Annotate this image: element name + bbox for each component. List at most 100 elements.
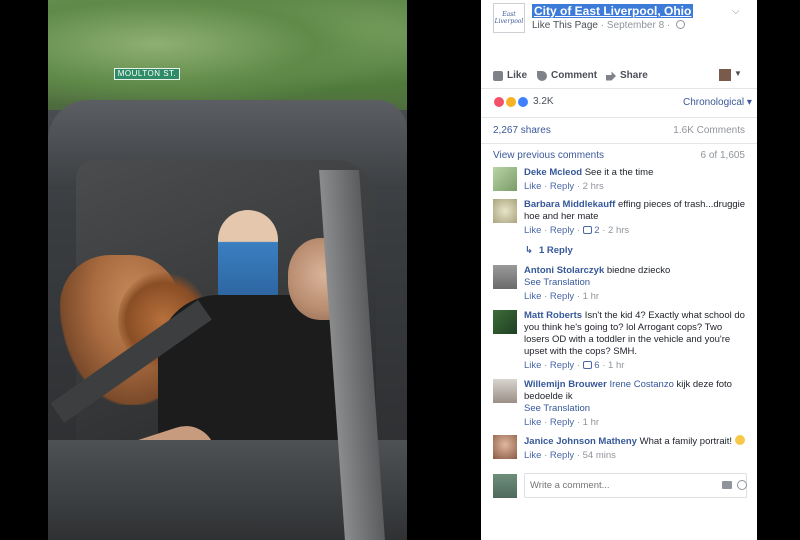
comment-label: Comment: [551, 70, 598, 81]
caret-down-icon[interactable]: ▼: [734, 69, 742, 78]
divider: [481, 88, 757, 89]
comment-time[interactable]: 54 mins: [583, 450, 616, 461]
emoji-icon[interactable]: [737, 480, 747, 490]
post-header: East Liverpool City of East Liverpool, O…: [481, 0, 757, 60]
comment-meta: Like · Reply · 2 hrs: [524, 181, 604, 192]
street-sign-text: MOULTON ST.: [117, 69, 177, 78]
view-previous-comments-link[interactable]: View previous comments: [493, 150, 604, 161]
shares-count[interactable]: 2,267 shares: [493, 125, 551, 136]
page-meta: Like This Page · September 8 ·: [532, 20, 686, 31]
commenter-name[interactable]: Matt Roberts: [524, 310, 582, 321]
comment-like-link[interactable]: Like: [524, 181, 541, 192]
avatar[interactable]: [493, 435, 517, 459]
commenter-name[interactable]: Antoni Stolarczyk: [524, 265, 604, 276]
see-translation-link[interactable]: See Translation: [524, 277, 746, 289]
replies-label: 1 Reply: [538, 245, 573, 256]
commenter-name[interactable]: Deke Mcleod: [524, 167, 582, 178]
comment-reply-link[interactable]: Reply: [550, 225, 574, 236]
comment-meta: Like · Reply · 1 hr: [524, 417, 600, 428]
avatar[interactable]: [493, 379, 517, 403]
sort-dropdown[interactable]: Chronological ▾: [683, 97, 752, 108]
comment-text: What a family portrait!: [639, 436, 733, 447]
thumbs-up-icon: [493, 70, 503, 81]
street-sign: MOULTON ST.: [114, 68, 180, 80]
comment-input[interactable]: [524, 473, 747, 498]
commenter-name[interactable]: Barbara Middlekauff: [524, 199, 615, 210]
post-date[interactable]: September 8: [607, 20, 664, 31]
reply-arrow-icon: ↳: [525, 245, 533, 256]
comment-reply-link[interactable]: Reply: [550, 181, 574, 192]
see-translation-link[interactable]: See Translation: [524, 403, 746, 415]
commenter-name[interactable]: Janice Johnson Matheny: [524, 436, 637, 447]
sad-reaction-icon[interactable]: [505, 96, 517, 108]
chevron-down-icon[interactable]: ⌵: [732, 6, 740, 17]
avatar: [493, 474, 517, 498]
view-replies-link[interactable]: ↳ 1 Reply: [525, 245, 573, 256]
comment-time[interactable]: 1 hr: [583, 417, 599, 428]
comment-body: Matt Roberts Isn't the kid 4? Exactly wh…: [524, 310, 746, 372]
page-logo[interactable]: East Liverpool: [493, 3, 525, 33]
comment-text: See it a the time: [584, 167, 654, 178]
avatar[interactable]: [493, 265, 517, 289]
share-icon: [606, 71, 616, 81]
globe-icon: [676, 20, 686, 29]
comment-like-count[interactable]: 2: [594, 225, 599, 236]
commenter-name[interactable]: Willemijn Brouwer: [524, 379, 607, 390]
comment-pagination: 6 of 1,605: [700, 150, 745, 161]
comment-body: Barbara Middlekauff effing pieces of tra…: [524, 199, 746, 237]
thumbs-up-icon: [582, 226, 592, 234]
post-as-avatar[interactable]: [719, 69, 731, 81]
comment-time[interactable]: 2 hrs: [583, 181, 604, 192]
comment-meta: Like · Reply · 54 mins: [524, 450, 616, 461]
comments-panel: East Liverpool City of East Liverpool, O…: [481, 0, 757, 540]
avatar[interactable]: [493, 167, 517, 191]
comment-time[interactable]: 1 hr: [583, 291, 599, 302]
comment-body: Janice Johnson Matheny What a family por…: [524, 435, 746, 462]
comment-like-link[interactable]: Like: [524, 291, 541, 302]
comment-time[interactable]: 2 hrs: [608, 225, 629, 236]
comment-body: Deke Mcleod See it a the time Like · Rep…: [524, 167, 746, 193]
comment-like-link[interactable]: Like: [524, 450, 541, 461]
like-page-link[interactable]: Like This Page: [532, 20, 598, 31]
photo-viewer: MOULTON ST.: [0, 0, 481, 540]
post-photo[interactable]: MOULTON ST.: [48, 0, 407, 540]
sort-label: Chronological: [683, 97, 745, 108]
meta-separator-2: ·: [666, 20, 671, 31]
page-name-link[interactable]: City of East Liverpool, Ohio: [532, 4, 694, 18]
comment-time[interactable]: 1 hr: [608, 360, 624, 371]
reactions-bar: 3.2K Chronological ▾: [481, 92, 757, 114]
reaction-count[interactable]: 3.2K: [533, 96, 554, 107]
photo-child: [218, 210, 278, 300]
write-comment-box: [493, 473, 749, 499]
comment-like-link[interactable]: Like: [524, 225, 541, 236]
post-actions: Like Comment Share ▼: [481, 66, 757, 86]
comment-body: Willemijn Brouwer Irene Costanzo kijk de…: [524, 379, 746, 429]
comment-button[interactable]: Comment: [537, 70, 597, 81]
like-button[interactable]: Like: [493, 70, 527, 81]
page-logo-text: East Liverpool: [494, 11, 524, 25]
divider: [481, 143, 757, 144]
comment-like-link[interactable]: Like: [524, 360, 541, 371]
comment-meta: Like · Reply · 1 hr: [524, 291, 600, 302]
share-button[interactable]: Share: [606, 70, 648, 81]
right-edge: [757, 0, 800, 540]
meta-separator: ·: [600, 20, 605, 31]
comment-reply-link[interactable]: Reply: [550, 291, 574, 302]
camera-icon[interactable]: [722, 481, 732, 489]
avatar[interactable]: [493, 310, 517, 334]
comment-reply-link[interactable]: Reply: [550, 450, 574, 461]
comment-reply-link[interactable]: Reply: [550, 417, 574, 428]
thumbs-up-icon: [582, 361, 592, 369]
mention-link[interactable]: Irene Costanzo: [609, 379, 673, 390]
divider: [481, 117, 757, 118]
avatar[interactable]: [493, 199, 517, 223]
photo-trees: [48, 0, 407, 110]
comment-meta: Like · Reply · 2 · 2 hrs: [524, 225, 630, 236]
like-label: Like: [507, 70, 528, 81]
comment-reply-link[interactable]: Reply: [550, 360, 574, 371]
comment-like-link[interactable]: Like: [524, 417, 541, 428]
comment-text: biedne dziecko: [606, 265, 671, 276]
comment-like-count[interactable]: 6: [594, 360, 599, 371]
like-reaction-icon[interactable]: [517, 96, 529, 108]
angry-reaction-icon[interactable]: [493, 96, 505, 108]
